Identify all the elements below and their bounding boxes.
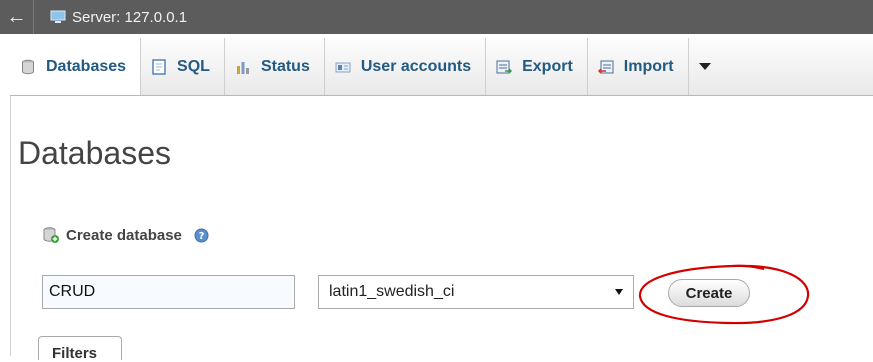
breadcrumb-server-label: Server: 127.0.0.1 — [72, 8, 188, 26]
tab-status[interactable]: Status — [225, 38, 325, 95]
tab-label: Databases — [46, 57, 127, 75]
database-icon — [22, 59, 34, 74]
svg-text:?: ? — [199, 231, 205, 242]
chevron-down-icon — [698, 63, 711, 70]
server-bar: ← Server: 127.0.0.1 — [0, 0, 873, 34]
tab-label: SQL — [177, 57, 210, 75]
dropdown-arrow-icon — [615, 289, 623, 295]
tab-label: Export — [522, 57, 573, 75]
server-icon — [50, 10, 66, 23]
tab-label: Import — [623, 57, 674, 75]
more-tabs-dropdown[interactable] — [689, 38, 721, 95]
tab-user-accounts[interactable]: User accounts — [325, 38, 487, 95]
back-arrow-icon[interactable]: ← — [0, 0, 34, 34]
database-name-input[interactable] — [42, 275, 295, 309]
tab-export[interactable]: Export — [486, 38, 588, 95]
import-icon — [597, 60, 614, 74]
sql-icon — [152, 58, 166, 75]
tab-import[interactable]: Import — [588, 38, 689, 95]
collation-selected-value: latin1_swedish_ci — [329, 283, 455, 300]
help-icon[interactable]: ? — [194, 228, 209, 243]
filters-tab[interactable]: Filters — [38, 336, 122, 362]
add-database-icon — [43, 227, 59, 243]
main-tab-bar: Databases SQL Status User accounts Expor… — [10, 38, 873, 96]
page-title: Databases — [18, 135, 171, 171]
tab-label: User accounts — [360, 57, 472, 75]
tab-databases[interactable]: Databases — [10, 38, 142, 95]
export-icon — [496, 60, 513, 74]
status-chart-icon — [236, 61, 249, 74]
create-button[interactable]: Create — [668, 279, 750, 307]
tab-sql[interactable]: SQL — [141, 38, 225, 95]
tab-label: Status — [260, 57, 310, 75]
user-accounts-icon — [335, 62, 351, 72]
breadcrumb[interactable]: Server: 127.0.0.1 — [50, 9, 187, 26]
create-database-heading: Create database ? — [42, 226, 209, 244]
create-database-label: Create database — [66, 226, 182, 244]
collation-select[interactable]: latin1_swedish_ci — [318, 275, 634, 309]
